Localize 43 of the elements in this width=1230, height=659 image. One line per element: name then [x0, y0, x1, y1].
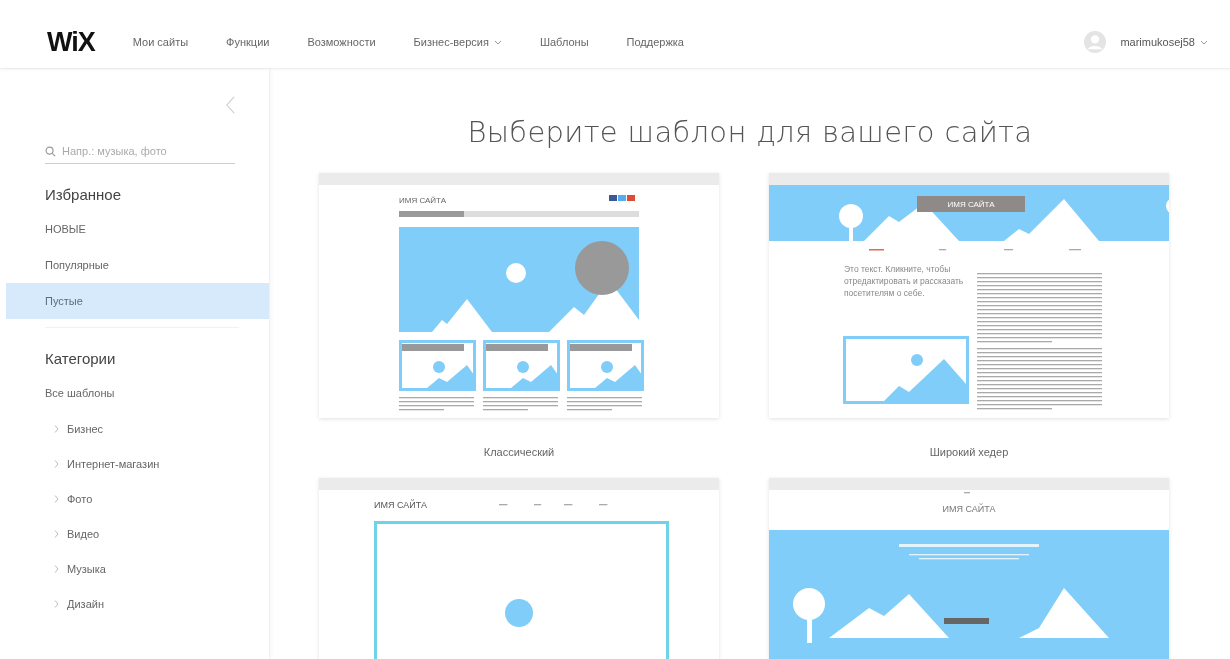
site-name: ИМЯ САЙТА — [374, 500, 427, 510]
template-card[interactable]: ИМЯ САЙТА — [769, 478, 1169, 659]
section-heading: Категории — [44, 350, 117, 367]
search-icon — [45, 145, 56, 157]
sidebar-item[interactable]: Все шаблоны — [6, 375, 269, 411]
template-card[interactable]: ИМЯ САЙТА — [319, 173, 719, 418]
chevron-icon — [54, 459, 59, 468]
nav-link[interactable]: Функции — [226, 36, 270, 48]
chevron-icon — [54, 494, 59, 503]
sidebar-item[interactable]: Видео — [6, 516, 269, 551]
sidebar-item[interactable]: НОВЫЕ — [6, 211, 269, 247]
chevron-icon — [54, 424, 59, 433]
nav-link[interactable]: Возможности — [307, 36, 376, 48]
chevron-icon — [54, 599, 59, 608]
chevron-icon — [54, 564, 59, 573]
sidebar-item[interactable]: Дизайн — [6, 586, 269, 621]
sidebar-item[interactable]: Музыка — [6, 551, 269, 586]
section-heading: Избранное — [44, 186, 123, 203]
template-card[interactable]: ИМЯ САЙТА — [319, 478, 719, 659]
avatar-icon[interactable] — [1084, 31, 1107, 53]
nav-link[interactable]: Мои сайты — [132, 36, 189, 48]
sidebar-item[interactable]: Пустые — [6, 283, 269, 319]
template-name: Классический — [483, 446, 555, 458]
nav-link[interactable]: Бизнес-версия — [413, 36, 502, 48]
user-menu[interactable]: marimukosej58 — [1120, 36, 1208, 48]
page-title: Выберите шаблон для вашего сайта — [467, 115, 1033, 149]
sidebar-item[interactable]: Интернет-магазин — [6, 446, 269, 481]
sidebar-item[interactable]: Популярные — [6, 247, 269, 283]
template-card[interactable]: ИМЯ САЙТА Это текст. Кликните, чтобы отредактировать и рассказать посетителям о себе. — [769, 173, 1169, 418]
chevron-icon — [54, 529, 59, 538]
sidebar-item[interactable]: Бизнес — [6, 411, 269, 446]
template-name: Широкий хедер — [929, 446, 1009, 458]
caret-icon — [1200, 39, 1208, 45]
nav-link[interactable]: Шаблоны — [539, 36, 589, 48]
nav-link[interactable]: Поддержка — [626, 36, 684, 48]
site-name: ИМЯ САЙТА — [399, 196, 447, 205]
site-name: ИМЯ САЙТА — [947, 200, 995, 209]
site-name: ИМЯ САЙТА — [942, 504, 996, 514]
preview-heading: Это текст. Кликните, чтобы отредактировать и рассказать посетителям о себе. — [844, 263, 964, 299]
logo[interactable]: WiX — [47, 26, 95, 58]
sidebar-item[interactable]: Фото — [6, 481, 269, 516]
collapse-icon[interactable] — [226, 95, 235, 115]
caret-icon — [493, 39, 502, 45]
